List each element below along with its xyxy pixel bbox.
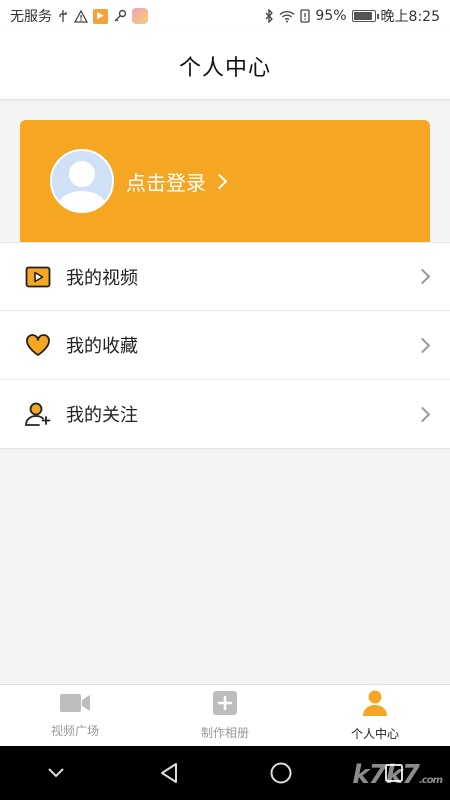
carrier-text: 无服务 [10, 9, 52, 25]
tab-label: 个人中心 [350, 727, 399, 741]
chevron-down-icon[interactable] [41, 758, 71, 788]
tab-personal-center[interactable]: 个人中心 [300, 685, 450, 746]
bluetooth-icon [264, 9, 274, 23]
menu-label: 我的收藏 [66, 336, 138, 357]
avatar[interactable] [50, 149, 114, 213]
battery-level [353, 12, 373, 20]
chevron-right-icon [414, 268, 431, 285]
system-nav-bar: k7k7.com [0, 746, 450, 800]
status-left: 无服务 ▶ [10, 6, 148, 26]
heart-icon [24, 331, 52, 359]
usb-icon [57, 9, 69, 23]
video-camera-icon [59, 692, 91, 718]
watermark-text: k7k7 [352, 760, 420, 790]
person-icon [361, 689, 389, 721]
menu-list: 我的视频 我的收藏 我的关注 [0, 242, 450, 449]
avatar-body [57, 191, 107, 211]
key-icon [113, 9, 127, 23]
battery-icon [351, 10, 379, 22]
plus-square-icon [212, 690, 238, 720]
chevron-right-icon [414, 337, 431, 353]
tab-make-album[interactable]: 制作相册 [150, 685, 300, 746]
avatar-head [69, 161, 95, 187]
watermark-suffix: .com [418, 775, 443, 786]
watermark-logo: k7k7.com [352, 760, 443, 790]
tab-label: 制作相册 [200, 726, 249, 740]
bottom-tab-bar: 视频广场 制作相册 个人中心 [0, 684, 450, 746]
chevron-right-icon [211, 173, 228, 189]
video-play-icon [24, 263, 52, 291]
page-title: 个人中心 [178, 55, 271, 81]
clock-text: 晚上8:25 [380, 9, 440, 25]
user-add-icon [24, 400, 52, 428]
play-app-icon: ▶ [93, 8, 108, 24]
sim-alert-icon [300, 9, 311, 23]
app-notification-icon [132, 8, 148, 24]
menu-label: 我的视频 [66, 267, 138, 289]
home-icon[interactable] [266, 758, 296, 788]
login-link[interactable]: 点击登录 [126, 167, 228, 196]
profile-card[interactable]: 点击登录 [20, 120, 430, 242]
back-icon[interactable] [154, 758, 184, 788]
tab-label: 视频广场 [50, 724, 99, 738]
menu-label: 我的关注 [66, 405, 138, 426]
wifi-icon [279, 10, 295, 23]
battery-percent: 95% [315, 8, 347, 24]
header-bar: 个人中心 [0, 32, 450, 100]
menu-item-my-follows[interactable]: 我的关注 [0, 380, 450, 449]
menu-item-my-favorites[interactable]: 我的收藏 [0, 311, 450, 380]
status-bar: 无服务 ▶ 95% 晚上8:25 [0, 0, 450, 32]
login-label: 点击登录 [126, 170, 206, 195]
status-right: 95% 晚上8:25 [264, 6, 440, 26]
warning-icon [74, 9, 88, 23]
tab-video-square[interactable]: 视频广场 [0, 685, 150, 746]
chevron-right-icon [414, 406, 431, 422]
menu-item-my-videos[interactable]: 我的视频 [0, 242, 450, 311]
